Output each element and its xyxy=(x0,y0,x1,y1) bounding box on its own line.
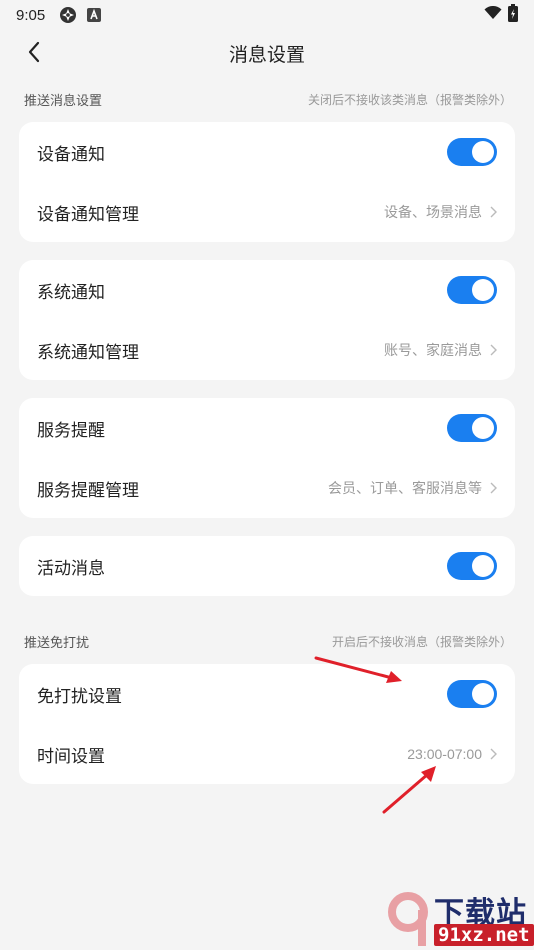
toggle-knob xyxy=(472,417,494,439)
watermark: 下载站 91xz.net xyxy=(388,888,534,950)
dnd-time-label: 时间设置 xyxy=(37,746,105,766)
system-notification-card: 系统通知 系统通知管理 账号、家庭消息 xyxy=(19,260,515,380)
status-time: 9:05 xyxy=(16,6,46,24)
title-bar: 消息设置 xyxy=(0,30,534,74)
watermark-url: 91xz.net xyxy=(434,924,534,946)
a-badge-icon xyxy=(87,8,102,22)
service-reminder-manage-label: 服务提醒管理 xyxy=(37,480,139,500)
service-reminder-manage-value: 会员、订单、客服消息等 xyxy=(328,480,482,496)
service-reminder-card: 服务提醒 服务提醒管理 会员、订单、客服消息等 xyxy=(19,398,515,518)
dnd-section-title: 推送免打扰 xyxy=(24,634,90,650)
dnd-section-header: 推送免打扰 开启后不接收消息（报警类除外） xyxy=(24,631,512,651)
dnd-card: 免打扰设置 时间设置 23:00-07:00 xyxy=(19,664,515,784)
system-notification-manage-value-wrap: 账号、家庭消息 xyxy=(384,340,497,360)
app-notification-icon xyxy=(59,6,77,24)
device-notification-manage-value-wrap: 设备、场景消息 xyxy=(384,202,497,222)
toggle-knob xyxy=(472,555,494,577)
dnd-label: 免打扰设置 xyxy=(37,686,122,706)
toggle-knob xyxy=(472,141,494,163)
service-reminder-row: 服务提醒 xyxy=(19,398,515,458)
chevron-right-icon xyxy=(490,748,497,760)
chevron-right-icon xyxy=(490,206,497,218)
dnd-toggle-row: 免打扰设置 xyxy=(19,664,515,724)
service-reminder-manage-row[interactable]: 服务提醒管理 会员、订单、客服消息等 xyxy=(19,458,515,518)
chevron-right-icon xyxy=(490,344,497,356)
battery-icon xyxy=(508,4,518,26)
system-notification-row: 系统通知 xyxy=(19,260,515,320)
device-notification-row: 设备通知 xyxy=(19,122,515,182)
dnd-time-value-wrap: 23:00-07:00 xyxy=(407,746,497,762)
service-reminder-toggle[interactable] xyxy=(447,414,497,442)
device-notification-manage-row[interactable]: 设备通知管理 设备、场景消息 xyxy=(19,182,515,242)
toggle-knob xyxy=(472,683,494,705)
service-reminder-manage-value-wrap: 会员、订单、客服消息等 xyxy=(328,478,497,498)
device-notification-label: 设备通知 xyxy=(37,144,105,164)
system-notification-manage-label: 系统通知管理 xyxy=(37,342,139,362)
activity-message-toggle[interactable] xyxy=(447,552,497,580)
dnd-time-value: 23:00-07:00 xyxy=(407,746,482,762)
device-notification-card: 设备通知 设备通知管理 设备、场景消息 xyxy=(19,122,515,242)
dnd-time-row[interactable]: 时间设置 23:00-07:00 xyxy=(19,724,515,784)
page-title: 消息设置 xyxy=(228,45,305,66)
device-notification-toggle[interactable] xyxy=(447,138,497,166)
system-notification-manage-row[interactable]: 系统通知管理 账号、家庭消息 xyxy=(19,320,515,380)
status-bar: 9:05 xyxy=(0,0,534,30)
chevron-right-icon xyxy=(490,482,497,494)
push-section-note: 关闭后不接收该类消息（报警类除外） xyxy=(307,92,512,107)
system-notification-toggle[interactable] xyxy=(447,276,497,304)
wifi-icon xyxy=(484,5,502,24)
activity-message-card: 活动消息 xyxy=(19,536,515,596)
device-notification-manage-value: 设备、场景消息 xyxy=(384,204,482,220)
push-section-header: 推送消息设置 关闭后不接收该类消息（报警类除外） xyxy=(24,89,512,109)
dnd-section-note: 开启后不接收消息（报警类除外） xyxy=(331,634,512,649)
system-notification-label: 系统通知 xyxy=(37,282,105,302)
system-notification-manage-value: 账号、家庭消息 xyxy=(384,342,482,358)
activity-message-row: 活动消息 xyxy=(19,536,515,596)
toggle-knob xyxy=(472,279,494,301)
activity-message-label: 活动消息 xyxy=(37,558,105,578)
watermark-logo-icon xyxy=(388,892,428,946)
device-notification-manage-label: 设备通知管理 xyxy=(37,204,139,224)
service-reminder-label: 服务提醒 xyxy=(37,420,105,440)
dnd-toggle[interactable] xyxy=(447,680,497,708)
push-section-title: 推送消息设置 xyxy=(24,92,103,108)
